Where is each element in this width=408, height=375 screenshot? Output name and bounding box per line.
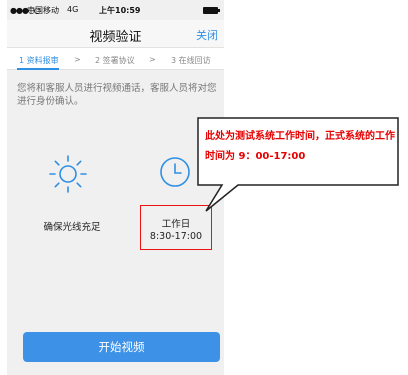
nav-bar: 视频验证 关闭: [7, 20, 224, 48]
status-bar: ●●●○○ 中国移动 4G 上午10:59: [7, 0, 224, 20]
start-video-button[interactable]: 开始视频: [23, 332, 220, 362]
step-progress: 1 资料报审 > 2 签署协议 > 3 在线回访: [7, 48, 224, 70]
battery-icon: [203, 7, 220, 14]
network-type: 4G: [67, 5, 79, 14]
active-step-indicator: [17, 68, 59, 70]
light-tip-label: 确保光线充足: [43, 222, 101, 233]
step-1-data-review: 1 资料报审: [19, 56, 59, 65]
step-2-sign-agreement: 2 签署协议: [95, 56, 135, 65]
intro-text: 您将和客服人员进行视频通话，客服人员将对您进行身份确认。: [17, 83, 217, 107]
step-3-online-callback: 3 在线回访: [171, 56, 211, 65]
work-day-label: 工作日: [161, 219, 191, 230]
annotation-text: 此处为测试系统工作时间，正式系统的工作时间为 9：00-17:00: [205, 131, 395, 162]
clock-icon: [158, 155, 192, 189]
status-time: 上午10:59: [99, 6, 141, 15]
carrier-name: 中国移动: [27, 6, 59, 15]
sun-icon: [48, 154, 88, 194]
chevron-right-icon: >: [74, 55, 81, 64]
page-title: 视频验证: [89, 30, 142, 45]
work-hours-value: 8:30-17:00: [149, 231, 203, 242]
phone-screen: ●●●○○ 中国移动 4G 上午10:59 视频验证 关闭 1 资料报审 > 2…: [7, 0, 224, 375]
close-button[interactable]: 关闭: [196, 27, 218, 43]
chevron-right-icon: >: [149, 55, 156, 64]
